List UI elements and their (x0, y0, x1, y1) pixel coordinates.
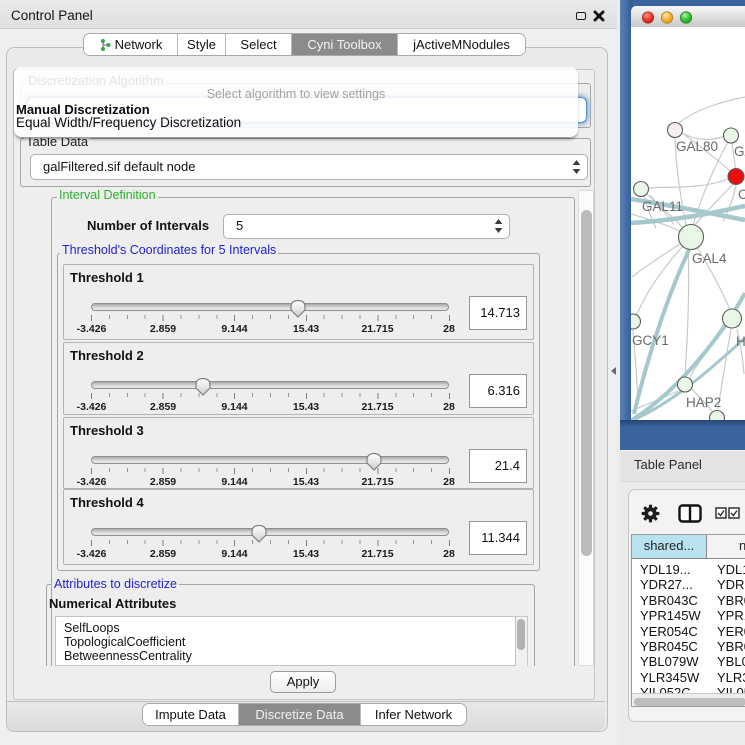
svg-text:CAL: CAL (738, 187, 745, 202)
svg-text:GAL4: GAL4 (692, 251, 727, 266)
svg-text:HAP2: HAP2 (686, 395, 721, 410)
svg-text:GAL11: GAL11 (642, 199, 683, 214)
svg-text:H: H (736, 334, 745, 349)
svg-text:GAL80: GAL80 (676, 139, 718, 154)
svg-text:GAL: GAL (734, 144, 745, 159)
svg-text:GCY1: GCY1 (632, 333, 669, 348)
